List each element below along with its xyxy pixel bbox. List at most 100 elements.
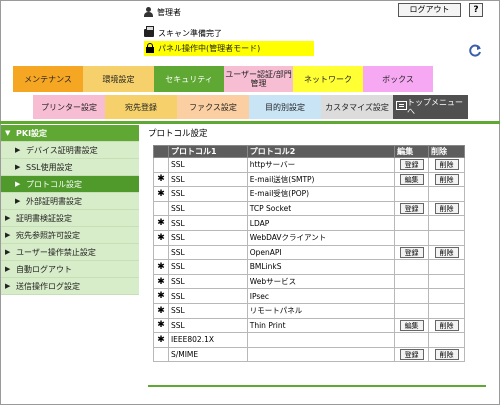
required-mark (153, 346, 169, 363)
edit-cell (394, 288, 430, 304)
required-mark (153, 244, 169, 261)
delete-button[interactable]: 削除 (434, 159, 459, 171)
edit-cell: 登録 (394, 200, 430, 217)
help-button[interactable]: ? (469, 3, 483, 17)
delete-cell (428, 302, 465, 319)
sidebar-item-label: ユーザー操作禁止設定 (16, 247, 96, 257)
tab-maintenance[interactable]: メンテナンス (13, 66, 83, 92)
sidebar-item-device-cert[interactable]: ▶ デバイス証明書設定 (1, 142, 139, 159)
protocol1-cell: S/MIME (167, 346, 248, 363)
tab-user-auth[interactable]: ユーザー認証/部門管理 (224, 66, 293, 92)
sidebar-item-pki[interactable]: ▼ PKI設定 (1, 125, 139, 142)
sidebar-item-user-restrict[interactable]: ▶ ユーザー操作禁止設定 (1, 244, 139, 261)
triangle-right-icon: ▶ (15, 197, 21, 205)
protocol-table: プロトコル1 プロトコル2 編集 削除 SSL httpサーバー 登録 削除 ✱ SSL E… (153, 145, 465, 363)
delete-button[interactable]: 削除 (434, 319, 459, 331)
delete-cell (428, 259, 465, 275)
register-button[interactable]: 登録 (399, 246, 424, 258)
tab-printer-settings[interactable]: プリンター設定 (33, 95, 105, 119)
sidebar-item-label: SSL使用設定 (26, 162, 73, 172)
triangle-down-icon: ▼ (5, 129, 11, 137)
sidebar-item-cert-verify[interactable]: ▶ 証明書検証設定 (1, 210, 139, 227)
sidebar-item-send-log[interactable]: ▶ 送信操作ログ設定 (1, 278, 139, 295)
mark-column-header (153, 145, 169, 158)
sidebar-item-external-cert[interactable]: ▶ 外部証明書設定 (1, 193, 139, 210)
device-status: スキャン準備完了 (144, 26, 222, 39)
triangle-right-icon: ▶ (5, 282, 11, 290)
tab-box[interactable]: ボックス (363, 66, 433, 92)
edit-cell (394, 273, 430, 290)
tab-network[interactable]: ネットワーク (293, 66, 363, 92)
delete-button[interactable]: 削除 (434, 173, 459, 185)
refresh-icon (469, 44, 481, 57)
tab-purpose-settings[interactable]: 目的別設定 (249, 95, 321, 119)
protocol2-cell: LDAP (246, 215, 396, 231)
edit-cell: 登録 (394, 244, 430, 261)
register-button[interactable]: 登録 (399, 203, 424, 215)
triangle-right-icon: ▶ (15, 180, 21, 188)
sidebar-item-label: 外部証明書設定 (26, 196, 82, 206)
top-menu-button[interactable]: トップメニューへ (393, 95, 468, 119)
sidebar: ▼ PKI設定 ▶ デバイス証明書設定 ▶ SSL使用設定 ▶ プロトコル設定 … (1, 125, 139, 295)
protocol1-cell: SSL (167, 215, 248, 231)
protocol2-cell: WebDAVクライアント (246, 229, 396, 246)
triangle-right-icon: ▶ (5, 214, 11, 222)
triangle-right-icon: ▶ (5, 231, 11, 239)
triangle-right-icon: ▶ (5, 248, 11, 256)
user-icon (144, 7, 153, 17)
tab-destination-registration[interactable]: 宛先登録 (105, 95, 177, 119)
status-text: スキャン準備完了 (158, 28, 222, 38)
delete-cell (428, 332, 465, 348)
protocol1-cell: SSL (167, 288, 248, 304)
delete-button[interactable]: 削除 (434, 349, 459, 361)
required-mark: ✱ (153, 186, 169, 202)
protocol1-cell: SSL (167, 273, 248, 290)
table-row: ✱ SSL LDAP (153, 215, 465, 231)
delete-header: 削除 (428, 145, 465, 158)
sidebar-item-dest-ref[interactable]: ▶ 宛先参照許可設定 (1, 227, 139, 244)
tab-customize-settings[interactable]: カスタマイズ設定 (321, 95, 393, 119)
delete-cell (428, 273, 465, 290)
tab-fax-settings[interactable]: ファクス設定 (177, 95, 249, 119)
panel-mode-text: パネル操作中(管理者モード) (158, 44, 261, 53)
register-button[interactable]: 登録 (399, 159, 424, 171)
sidebar-item-label: 送信操作ログ設定 (16, 281, 80, 291)
required-mark: ✱ (153, 259, 169, 275)
table-row: SSL httpサーバー 登録 削除 (153, 157, 465, 173)
required-mark: ✱ (153, 273, 169, 290)
required-mark: ✱ (153, 332, 169, 348)
tab-environment[interactable]: 環境設定 (83, 66, 154, 92)
table-row: ✱ SSL IPsec (153, 288, 465, 304)
protocol2-cell: BMLinkS (246, 259, 396, 275)
register-button[interactable]: 登録 (399, 349, 424, 361)
delete-button[interactable]: 削除 (434, 203, 459, 215)
sidebar-item-auto-logout[interactable]: ▶ 自動ログアウト (1, 261, 139, 278)
table-row: ✱ SSL WebDAVクライアント (153, 229, 465, 246)
protocol2-cell: E-mail受信(POP) (246, 186, 396, 202)
edit-cell: 編集 (394, 171, 430, 188)
edit-header: 編集 (394, 145, 430, 158)
required-mark: ✱ (153, 288, 169, 304)
delete-button[interactable]: 削除 (434, 246, 459, 258)
logout-button[interactable]: ログアウト (398, 3, 461, 17)
sidebar-item-protocol[interactable]: ▶ プロトコル設定 (1, 176, 139, 193)
panel-mode-bar: パネル操作中(管理者モード) (144, 41, 314, 56)
sidebar-item-ssl-usage[interactable]: ▶ SSL使用設定 (1, 159, 139, 176)
edit-button[interactable]: 編集 (399, 173, 424, 185)
protocol1-cell: SSL (167, 259, 248, 275)
tab-security[interactable]: セキュリティ (154, 66, 224, 92)
table-row: ✱ SSL BMLinkS (153, 259, 465, 275)
required-mark: ✱ (153, 215, 169, 231)
bottom-divider (148, 385, 486, 387)
delete-cell (428, 186, 465, 202)
delete-cell: 削除 (428, 157, 465, 173)
required-mark: ✱ (153, 302, 169, 319)
protocol2-cell: httpサーバー (246, 157, 396, 173)
edit-button[interactable]: 編集 (399, 319, 424, 331)
sidebar-item-label: プロトコル設定 (26, 179, 82, 189)
protocol2-cell: E-mail送信(SMTP) (246, 171, 396, 188)
sidebar-item-label: PKI設定 (16, 128, 48, 138)
protocol2-cell (246, 346, 396, 363)
refresh-button[interactable] (467, 43, 483, 59)
protocol1-cell: IEEE802.1X (167, 332, 248, 348)
